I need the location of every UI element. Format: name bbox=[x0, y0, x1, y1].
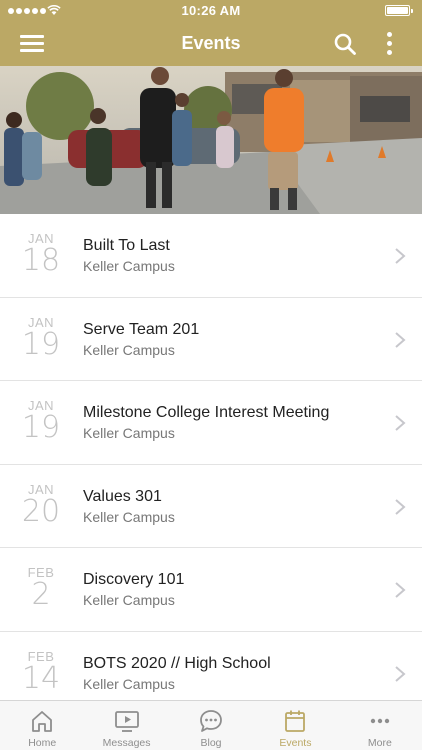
event-title: Milestone College Interest Meeting bbox=[83, 404, 330, 422]
event-row[interactable]: JAN 19 Serve Team 201 Keller Campus bbox=[0, 297, 422, 382]
page-title: Events bbox=[181, 33, 241, 53]
chevron-right-icon bbox=[395, 331, 406, 348]
tab-events[interactable]: Events bbox=[253, 701, 337, 750]
status-time: 10:26 AM bbox=[181, 3, 241, 18]
status-bar: 10:26 AM bbox=[0, 0, 422, 22]
event-date: JAN 18 bbox=[8, 232, 74, 276]
chat-bubble-icon bbox=[200, 710, 222, 732]
tab-label: Messages bbox=[102, 737, 151, 749]
more-options-icon[interactable] bbox=[380, 31, 400, 57]
tab-label: Home bbox=[28, 737, 57, 749]
tab-label: Blog bbox=[200, 737, 222, 749]
battery-icon bbox=[385, 5, 413, 16]
event-title: Serve Team 201 bbox=[83, 320, 200, 338]
event-title: Built To Last bbox=[83, 237, 170, 254]
event-row[interactable]: FEB 2 Discovery 101 Keller Campus bbox=[0, 548, 422, 632]
event-campus: Keller Campus bbox=[83, 258, 175, 274]
chevron-right-icon bbox=[395, 582, 406, 599]
tab-home[interactable]: Home bbox=[0, 701, 84, 750]
event-day: 19 bbox=[21, 410, 61, 446]
event-date: JAN 20 bbox=[8, 482, 74, 529]
event-day: 14 bbox=[21, 660, 61, 696]
event-row[interactable]: JAN 20 Values 301 Keller Campus bbox=[0, 464, 422, 549]
event-campus: Keller Campus bbox=[83, 508, 175, 525]
chevron-right-icon bbox=[395, 415, 406, 431]
event-day: 2 bbox=[31, 577, 51, 613]
event-campus: Keller Campus bbox=[83, 675, 175, 692]
calendar-icon bbox=[285, 710, 306, 732]
nav-bar: Events bbox=[0, 22, 422, 66]
tab-label: Events bbox=[279, 737, 312, 749]
tab-messages[interactable]: Messages bbox=[84, 701, 168, 750]
tab-bar: Home Messages Blog Events More bbox=[0, 700, 422, 750]
event-title: Discovery 101 bbox=[83, 571, 185, 589]
chevron-right-icon bbox=[395, 248, 406, 264]
event-row[interactable]: FEB 14 BOTS 2020 // High School Keller C… bbox=[0, 631, 422, 700]
tab-blog[interactable]: Blog bbox=[169, 701, 253, 750]
event-day: 19 bbox=[21, 326, 61, 362]
app-header: 10:26 AM Events bbox=[0, 0, 422, 66]
event-date: JAN 19 bbox=[8, 315, 74, 362]
event-date: FEB 14 bbox=[8, 649, 74, 696]
event-date: FEB 2 bbox=[8, 566, 74, 610]
tab-more[interactable]: More bbox=[338, 701, 422, 750]
chevron-right-icon bbox=[395, 666, 406, 682]
event-title: BOTS 2020 // High School bbox=[83, 654, 271, 672]
search-icon[interactable] bbox=[333, 32, 357, 56]
chevron-right-icon bbox=[395, 499, 406, 515]
event-day: 18 bbox=[21, 243, 61, 278]
tab-label: More bbox=[367, 737, 392, 749]
event-campus: Keller Campus bbox=[83, 592, 175, 609]
event-row[interactable]: JAN 19 Milestone College Interest Meetin… bbox=[0, 381, 422, 465]
event-campus: Keller Campus bbox=[83, 425, 175, 442]
home-icon bbox=[32, 711, 53, 732]
tv-icon bbox=[114, 711, 139, 732]
event-row[interactable]: JAN 18 Built To Last Keller Campus bbox=[0, 214, 422, 298]
hero-image bbox=[0, 66, 422, 214]
event-date: JAN 19 bbox=[8, 399, 74, 443]
ellipsis-icon bbox=[370, 718, 390, 724]
event-day: 20 bbox=[21, 493, 61, 529]
event-title: Values 301 bbox=[83, 487, 162, 505]
events-list: JAN 18 Built To Last Keller Campus JAN 1… bbox=[0, 214, 422, 700]
event-campus: Keller Campus bbox=[83, 341, 175, 358]
